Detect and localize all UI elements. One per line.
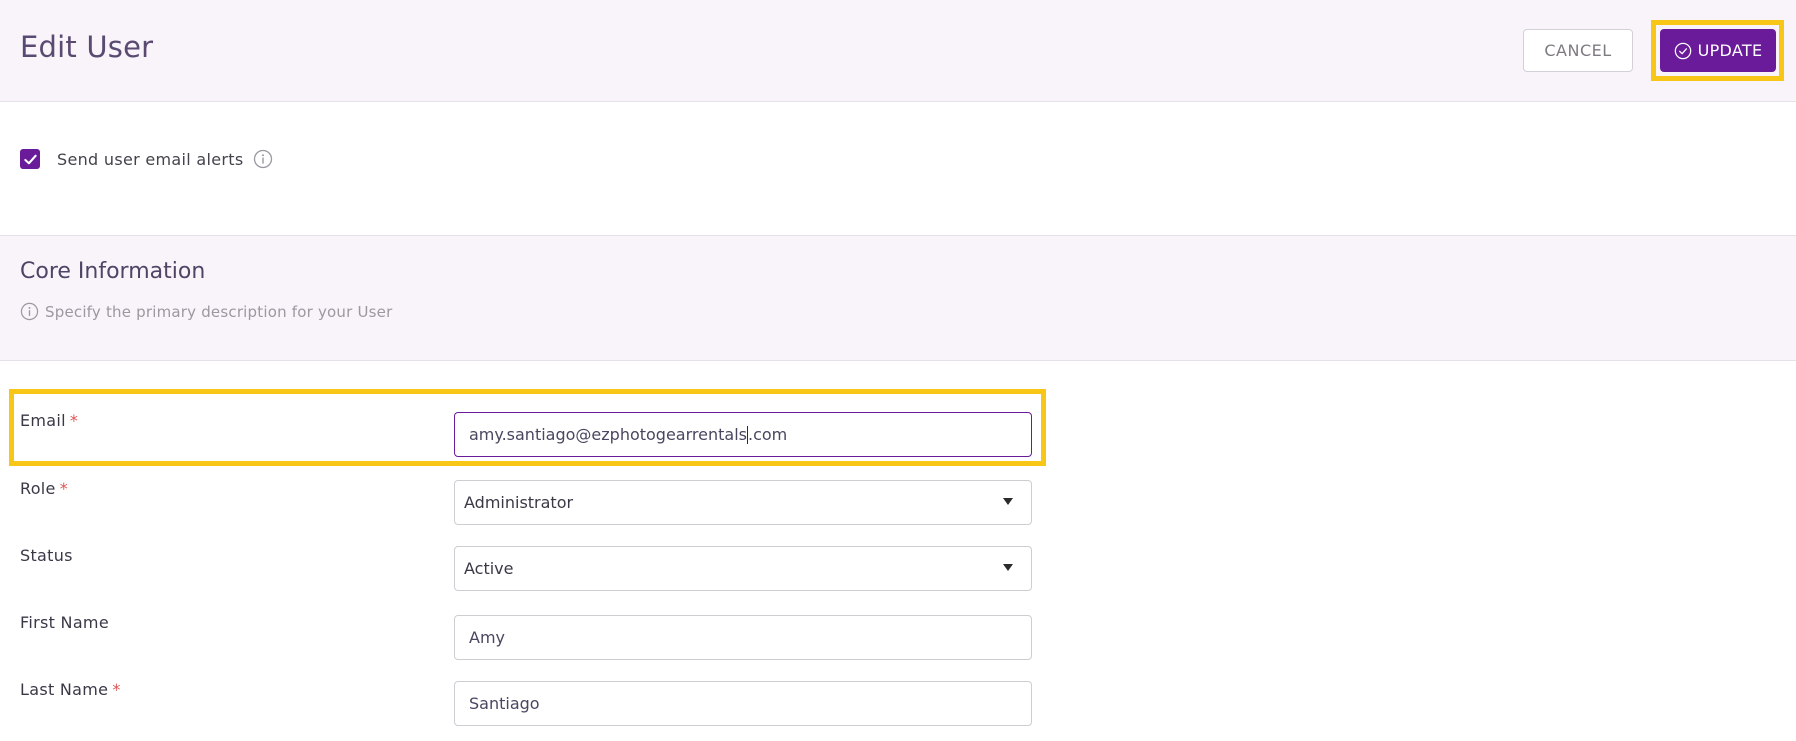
update-button[interactable]: UPDATE [1660,29,1776,72]
role-value: Administrator [464,493,574,512]
email-alerts-checkbox[interactable] [20,149,40,169]
role-select[interactable]: Administrator [454,480,1032,525]
required-marker: * [59,479,68,498]
info-icon [20,302,39,321]
required-marker: * [112,680,121,699]
first-name-value: Amy [469,628,505,647]
core-information-section: Core Information Specify the primary des… [0,235,1796,361]
page-title: Edit User [20,30,154,64]
status-label: Status [20,546,73,565]
info-icon[interactable] [253,149,273,169]
section-title: Core Information [20,259,206,284]
last-name-label-text: Last Name [20,680,109,699]
status-value: Active [464,559,514,578]
checkmark-icon [23,154,37,164]
email-alerts-row: Send user email alerts [20,148,273,170]
required-marker: * [69,411,79,430]
email-value: amy.santiago@ezphotogearrentals.com [469,425,787,445]
email-value-end: .com [747,424,788,444]
section-subtitle-text: Specify the primary description for your… [45,302,393,321]
update-button-label: UPDATE [1697,41,1763,60]
last-name-input[interactable]: Santiago [454,681,1032,726]
email-value-start: amy.santiago@ezphotogearrentals [469,424,747,444]
first-name-label: First Name [20,613,109,632]
cancel-button[interactable]: CANCEL [1523,29,1633,72]
status-label-text: Status [20,546,73,565]
email-input[interactable]: amy.santiago@ezphotogearrentals.com [454,412,1032,457]
page-header: Edit User CANCEL UPDATE [0,0,1796,102]
first-name-label-text: First Name [20,613,109,632]
section-subtitle: Specify the primary description for your… [20,302,392,321]
check-circle-icon [1674,42,1691,59]
first-name-input[interactable]: Amy [454,615,1032,660]
caret-down-icon [1003,564,1013,571]
email-alerts-label: Send user email alerts [57,149,244,169]
email-label: Email * [20,411,78,430]
email-label-text: Email [20,411,66,430]
caret-down-icon [1003,498,1013,505]
last-name-label: Last Name * [20,680,121,699]
role-label: Role * [20,479,68,498]
last-name-value: Santiago [469,694,540,713]
role-label-text: Role [20,479,56,498]
status-select[interactable]: Active [454,546,1032,591]
